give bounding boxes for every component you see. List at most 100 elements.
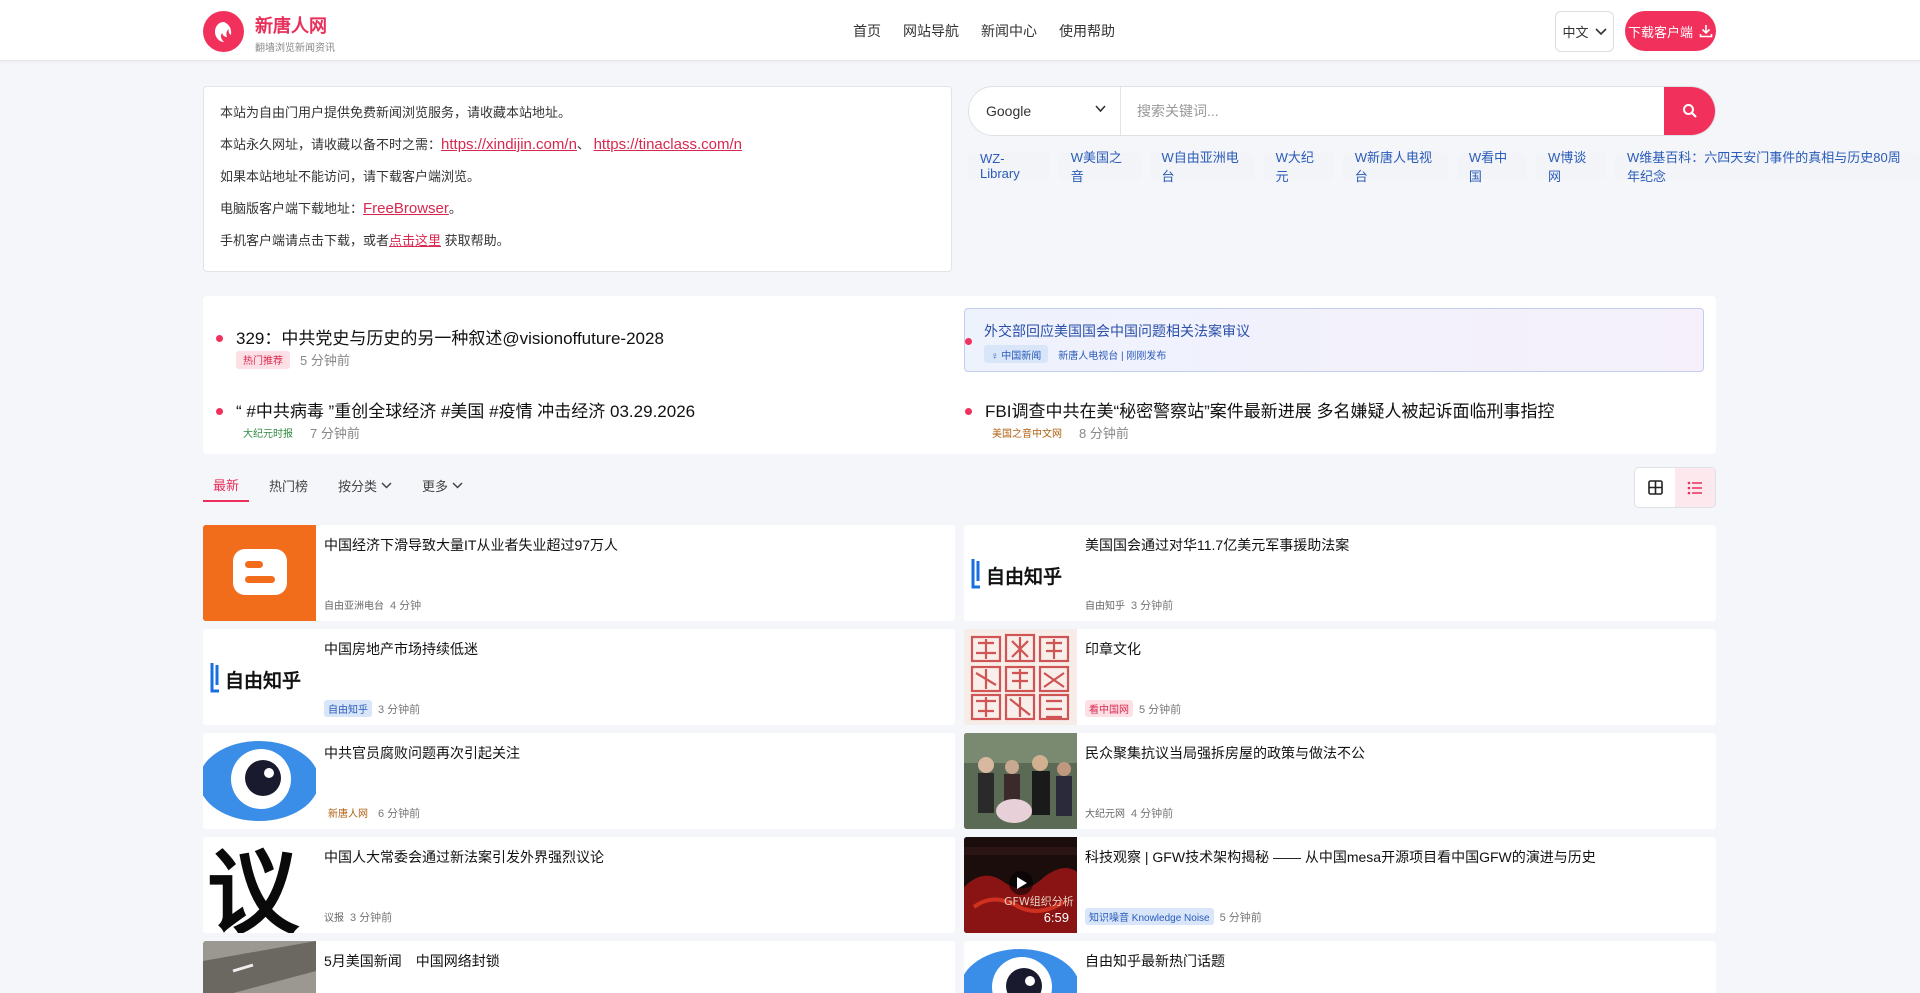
freebrowser-link[interactable]: FreeBrowser [363,200,449,217]
bullet-dot [965,408,972,415]
video-caption: GFW组织分析 [1004,894,1074,908]
article-card[interactable]: 5月美国新闻 中国网络封锁 [203,941,955,993]
article-card[interactable]: 自由知乎 中国房地产市场持续低迷 自由知乎 3 分钟前 [203,629,955,725]
bullet-dot [216,408,223,415]
road-photo [203,941,316,993]
notice-line-3: 如果本站地址不能访问，请下载客户端浏览。 [220,169,481,184]
download-button[interactable]: 下载客户端 [1625,11,1716,51]
nav-news[interactable]: 新闻中心 [981,21,1037,41]
quick-tags: WZ-Library W美国之音 W自由亚洲电台 W大纪元 W新唐人电视台 W看… [968,150,1920,184]
article-card[interactable]: 议 中国人大常委会通过新法案引发外界强烈议论 议报 3 分钟前 [203,837,955,933]
timestamp: 4 分钟 [390,599,422,612]
article-card[interactable]: 印章文化 看中国网 5 分钟前 [964,629,1716,725]
timestamp: 8 分钟前 [1079,426,1129,441]
article-title: 印章文化 [1085,641,1141,657]
logo[interactable] [203,11,244,52]
hot-news-item[interactable]: 329：中共党史与历史的另一种叙述@visionoffuture-2028 热门… [203,304,943,369]
hot-news-item[interactable]: 外交部回应美国国会中国问题相关法案审议 ♀ 中国新闻 新唐人电视台 | 刚刚发布 [964,308,1704,372]
search-input[interactable] [1121,87,1665,135]
category-badge: ♀ 中国新闻 [984,345,1049,363]
timestamp: 7 分钟前 [310,426,360,441]
notice-line-5: 手机客户端请点击下载，或者点击这里 获取帮助。 [220,233,510,248]
article-title: 科技观察 | GFW技术架构揭秘 —— 从中国mesa开源项目看中国GFW的演进… [1085,849,1596,865]
hot-news-title: 329：中共党史与历史的另一种叙述@visionoffuture-2028 [236,329,664,348]
tag-item[interactable]: W大纪元 [1263,150,1334,184]
svg-text:自由知乎: 自由知乎 [225,669,301,692]
tab-more[interactable]: 更多 [412,468,473,502]
article-title: 中国房地产市场持续低迷 [324,641,478,657]
notice-box: 本站为自由门用户提供免费新闻浏览服务，请收藏本站地址。 本站永久网址，请收藏以备… [203,86,952,272]
protest-photo [964,733,1077,829]
search-button[interactable] [1664,87,1715,135]
source-badge: 自由亚洲电台 [324,601,384,612]
article-thumbnail: 自由知乎 [203,629,316,725]
article-title: 中国人大常委会通过新法案引发外界强烈议论 [324,849,604,865]
video-duration: 6:59 [1043,910,1069,925]
hot-news-title: “ #中共病毒 ”重创全球经济 #美国 #疫情 冲击经济 03.29.2026 [236,402,696,421]
bullet-dot [965,338,972,345]
source-badge: 自由知乎 [324,700,372,717]
chevron-down-icon [1594,27,1607,35]
nav-home[interactable]: 首页 [853,21,881,41]
tag-item[interactable]: W维基百科：六四天安门事件的真相与历史80周年纪念 [1615,150,1920,184]
tab-hot[interactable]: 热门榜 [259,468,318,502]
language-selector[interactable]: 中文 [1555,11,1614,52]
help-link[interactable]: 点击这里 [389,233,441,248]
article-thumbnail [964,733,1077,829]
mirror-link-2[interactable]: https://tinaclass.com/n [594,136,742,153]
mirror-link-1[interactable]: https://xindijin.com/n [441,136,577,153]
language-label: 中文 [1562,25,1589,40]
tag-item[interactable]: W自由亚洲电台 [1149,150,1255,184]
timestamp: 3 分钟前 [350,911,393,924]
hot-news-panel: 329：中共党史与历史的另一种叙述@visionoffuture-2028 热门… [203,296,1716,454]
timestamp: 5 分钟前 [1139,703,1182,716]
timestamp: 6 分钟前 [378,807,421,820]
tag-item[interactable]: W看中国 [1456,150,1527,184]
timestamp: 5 分钟前 [1219,911,1262,924]
zhihu-logo-icon: 自由知乎 [971,559,1062,589]
grid-view-button[interactable] [1635,468,1675,507]
source-badge: 新唐人网 [328,809,368,820]
tag-item[interactable]: W博谈网 [1535,150,1607,184]
timestamp: 5 分钟前 [300,353,350,368]
hot-news-title: FBI调查中共在美“秘密警察站”案件最新进展 多名嫌疑人被起诉面临刑事指控 [985,402,1555,421]
nav-help[interactable]: 使用帮助 [1059,21,1115,41]
chevron-down-icon [381,481,392,489]
article-title: 自由知乎最新热门话题 [1085,953,1225,969]
search-engine-select[interactable]: Google [969,87,1121,135]
article-card[interactable]: 自由知乎 美国国会通过对华11.7亿美元军事援助法案 自由知乎 3 分钟前 [964,525,1716,621]
article-title: 中共官员腐败问题再次引起关注 [324,745,520,761]
article-title: 美国国会通过对华11.7亿美元军事援助法案 [1085,537,1350,553]
tag-item[interactable]: WZ-Library [968,151,1050,181]
article-thumbnail [203,525,316,621]
hot-news-item[interactable]: FBI调查中共在美“秘密警察站”案件最新进展 多名嫌疑人被起诉面临刑事指控 美国… [952,377,1692,441]
article-card[interactable]: 中共官员腐败问题再次引起关注 新唐人网 6 分钟前 [203,733,955,829]
blogger-icon [203,525,316,621]
tag-item[interactable]: W新唐人电视台 [1342,150,1448,184]
zhihu-logo-icon: 自由知乎 [210,663,301,693]
category-badge: 热门推荐 [236,350,290,369]
article-thumbnail [964,941,1077,993]
hot-news-item[interactable]: “ #中共病毒 ”重创全球经济 #美国 #疫情 冲击经济 03.29.2026 … [203,377,943,441]
svg-text:自由知乎: 自由知乎 [986,565,1062,588]
brand-name[interactable]: 新唐人网 [255,12,327,38]
source-badge: 大纪元网 [1085,809,1125,820]
tag-item[interactable]: W美国之音 [1058,150,1141,184]
seal-stamp-icon [970,633,1071,721]
article-card[interactable]: GFW组织分析 6:59 科技观察 | GFW技术架构揭秘 —— 从中国mesa… [964,837,1716,933]
category-badge: 大纪元时报 [243,429,293,440]
article-card[interactable]: 自由知乎最新热门话题 [964,941,1716,993]
video-thumbnail[interactable]: GFW组织分析 6:59 [964,837,1077,933]
article-card[interactable]: 民众聚集抗议当局强拆房屋的政策与做法不公 大纪元网 4 分钟前 [964,733,1716,829]
tab-category[interactable]: 按分类 [328,468,402,502]
article-card[interactable]: 中国经济下滑导致大量IT从业者失业超过97万人 自由亚洲电台 4 分钟 [203,525,955,621]
nav-sites[interactable]: 网站导航 [903,21,959,41]
article-title: 中国经济下滑导致大量IT从业者失业超过97万人 [324,537,619,553]
tab-latest[interactable]: 最新 [203,468,250,502]
category-badge: 美国之音中文网 [992,429,1062,440]
main-nav: 首页 网站导航 新闻中心 使用帮助 [853,21,1115,41]
list-view-button[interactable] [1675,468,1715,507]
article-title: 5月美国新闻 中国网络封锁 [324,953,500,969]
grid-icon [1647,480,1663,495]
download-icon [1699,25,1713,38]
